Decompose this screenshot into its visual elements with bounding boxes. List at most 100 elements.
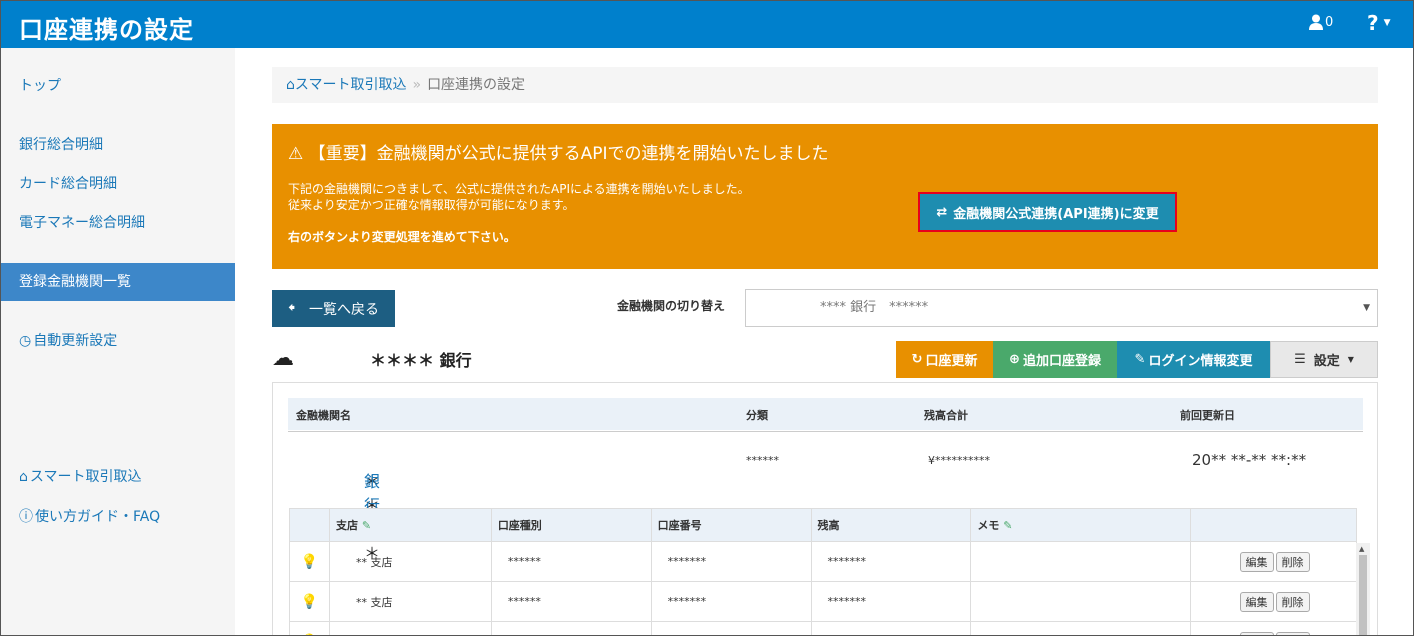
cell-number bbox=[650, 621, 812, 635]
add-label: 追加口座登録 bbox=[1022, 354, 1101, 369]
institution-switch-value: **** 銀行 ****** bbox=[820, 300, 929, 315]
update-label: 口座更新 bbox=[925, 354, 978, 369]
home-icon: ⌂ bbox=[19, 469, 28, 485]
sidebar-item-label: スマート取引取込 bbox=[29, 469, 142, 485]
summary-updated: 20** **-** **:** bbox=[1192, 451, 1307, 469]
user-icon bbox=[1309, 14, 1323, 30]
cell-ops: 編集削除 bbox=[1190, 581, 1357, 622]
sidebar-item-institutions[interactable]: 登録金融機関一覧 bbox=[1, 263, 235, 301]
cell-ops: 編集削除 bbox=[1190, 621, 1357, 635]
table-row: 💡 ** 支店 編集削除 bbox=[289, 621, 1357, 635]
summary-header-cell: 分類 bbox=[746, 409, 768, 422]
sidebar-item-bank-detail[interactable]: 銀行総合明細 bbox=[1, 126, 235, 164]
sidebar-item-card-detail[interactable]: カード総合明細 bbox=[1, 165, 235, 203]
switch-to-api-button[interactable]: ⇄ 金融機関公式連携(API連携)に変更 bbox=[918, 192, 1177, 232]
sidebar-item-smart-import[interactable]: ⌂ スマート取引取込 bbox=[1, 458, 235, 496]
switch-to-api-label: 金融機関公式連携(API連携)に変更 bbox=[953, 206, 1159, 222]
menu-icon: ☰ bbox=[1294, 352, 1306, 367]
header-cell-memo: メモ ✎ bbox=[970, 508, 1192, 542]
chevron-down-icon: ▼ bbox=[1363, 303, 1370, 313]
table-row: 💡 ** 支店 ****** ******* ******* 編集 削除 bbox=[289, 541, 1357, 582]
change-login-button[interactable]: ✎ ログイン情報変更 bbox=[1117, 341, 1270, 378]
institution-switch-select[interactable]: **** 銀行 ****** ▼ bbox=[745, 289, 1378, 327]
user-menu[interactable]: 0 bbox=[1309, 14, 1333, 30]
delete-button[interactable]: 削除 bbox=[1275, 551, 1310, 572]
header-cell-type: 口座種別 bbox=[490, 508, 652, 542]
summary-header-cell: 残高合計 bbox=[924, 409, 968, 422]
notice-line: 下記の金融機関につきまして、公式に提供されたAPIによる連携を開始いたしました。 bbox=[288, 182, 750, 196]
accounts-table: 支店 ✎ 口座種別 口座番号 残高 メモ ✎ 💡 ** 支店 ****** **… bbox=[289, 508, 1357, 635]
header-label: 支店 bbox=[335, 519, 358, 532]
edit-button[interactable]: 編集 bbox=[1239, 551, 1274, 572]
add-account-button[interactable]: ⊕ 追加口座登録 bbox=[993, 341, 1117, 378]
pencil-icon[interactable]: ✎ bbox=[358, 519, 371, 532]
edit-button[interactable]: 編集 bbox=[1239, 631, 1274, 635]
header-cell-number: 口座番号 bbox=[650, 508, 812, 542]
cell-memo bbox=[970, 581, 1192, 622]
cell-type: ****** bbox=[490, 581, 652, 622]
cell-memo bbox=[970, 541, 1192, 582]
header-cell-balance: 残高 bbox=[810, 508, 972, 542]
bank-heading: ☁ ＊＊＊＊ 銀行 bbox=[272, 346, 472, 371]
sidebar-item-label: 電子マネー総合明細 bbox=[19, 215, 145, 231]
sidebar-item-label: 自動更新設定 bbox=[33, 333, 118, 349]
cell-branch: ** 支店 bbox=[328, 541, 492, 582]
sidebar-item-label: 登録金融機関一覧 bbox=[19, 274, 131, 290]
sidebar-item-label: トップ bbox=[19, 78, 61, 94]
settings-dropdown-button[interactable]: ☰ 設定 ▼ bbox=[1270, 341, 1378, 378]
scrollbar-thumb[interactable] bbox=[1359, 555, 1367, 635]
cell-balance: ******* bbox=[810, 581, 972, 622]
help-icon: ? bbox=[1367, 11, 1379, 35]
lightbulb-icon: 💡 bbox=[289, 581, 330, 622]
notice-title-text: 【重要】金融機関が公式に提供するAPIでの連携を開始いたしました bbox=[308, 144, 829, 164]
update-account-button[interactable]: ↻ 口座更新 bbox=[896, 341, 993, 378]
sidebar-item-guide[interactable]: ⓘ 使い方ガイド・FAQ bbox=[1, 498, 235, 536]
sidebar-item-auto-update[interactable]: ◷ 自動更新設定 bbox=[1, 322, 235, 360]
lightbulb-icon: 💡 bbox=[289, 541, 330, 582]
summary-balance: ¥********** bbox=[928, 454, 990, 467]
table-row: 💡 ** 支店 ****** ******* ******* 編集 削除 bbox=[289, 581, 1357, 622]
breadcrumb-separator: » bbox=[412, 77, 422, 93]
bank-name: ＊＊＊＊ 銀行 bbox=[370, 350, 472, 370]
clock-icon: ◷ bbox=[19, 333, 32, 349]
home-icon: ⌂ bbox=[286, 77, 295, 93]
pencil-icon[interactable]: ✎ bbox=[999, 519, 1012, 532]
sidebar-item-label: 銀行総合明細 bbox=[19, 137, 103, 153]
warning-icon: ⚠ bbox=[288, 144, 309, 164]
table-header-row: 支店 ✎ 口座種別 口座番号 残高 メモ ✎ bbox=[289, 508, 1357, 542]
header-label: メモ bbox=[977, 519, 1000, 532]
delete-button[interactable]: 削除 bbox=[1275, 591, 1310, 612]
app-window: 口座連携の設定 0 ? ▼ トップ 銀行総合明細 カード総合明細 電子マネー総合… bbox=[0, 0, 1414, 636]
page-title: 口座連携の設定 bbox=[19, 16, 194, 44]
summary-header: 金融機関名 分類 残高合計 前回更新日 bbox=[288, 398, 1363, 430]
cell-balance bbox=[810, 621, 972, 635]
notice-line: 従来より安定かつ正確な情報取得が可能になります。 bbox=[288, 198, 575, 212]
login-label: ログイン情報変更 bbox=[1148, 354, 1253, 369]
table-scrollbar[interactable]: ▲ bbox=[1356, 543, 1370, 635]
edit-icon: ✎ bbox=[1134, 352, 1146, 367]
breadcrumb-current: 口座連携の設定 bbox=[427, 77, 526, 93]
help-menu[interactable]: ? ▼ bbox=[1367, 11, 1391, 35]
notice-body: 下記の金融機関につきまして、公式に提供されたAPIによる連携を開始いたしました。… bbox=[288, 181, 750, 213]
breadcrumb-home-label: スマート取引取込 bbox=[294, 77, 407, 93]
summary-row: ＊＊＊＊ 銀行 ****** ¥********** 20** **-** **… bbox=[288, 431, 1363, 563]
settings-label: 設定 bbox=[1313, 354, 1340, 369]
user-count: 0 bbox=[1325, 14, 1334, 30]
back-to-list-button[interactable]: 🠸 一覧へ戻る bbox=[272, 290, 395, 327]
edit-button[interactable]: 編集 bbox=[1239, 591, 1274, 612]
chevron-down-icon: ▼ bbox=[1347, 355, 1354, 364]
breadcrumb-home[interactable]: ⌂スマート取引取込 bbox=[286, 77, 406, 93]
sidebar-item-emoney-detail[interactable]: 電子マネー総合明細 bbox=[1, 204, 235, 242]
institution-panel: 金融機関名 分類 残高合計 前回更新日 ＊＊＊＊ 銀行 ****** ¥****… bbox=[272, 382, 1378, 635]
sidebar-item-top[interactable]: トップ bbox=[1, 67, 235, 105]
cell-branch: ** 支店 bbox=[328, 621, 492, 635]
scroll-up-icon[interactable]: ▲ bbox=[1359, 545, 1364, 553]
delete-button[interactable]: 削除 bbox=[1275, 631, 1310, 635]
cell-type bbox=[490, 621, 652, 635]
swap-icon: ⇄ bbox=[936, 204, 948, 220]
plus-circle-icon: ⊕ bbox=[1009, 352, 1020, 367]
back-label: 一覧へ戻る bbox=[309, 301, 380, 318]
sidebar-item-label: カード総合明細 bbox=[19, 176, 117, 192]
notice-title: ⚠ 【重要】金融機関が公式に提供するAPIでの連携を開始いたしました bbox=[288, 139, 829, 164]
question-circle-icon: ⓘ bbox=[19, 509, 33, 525]
